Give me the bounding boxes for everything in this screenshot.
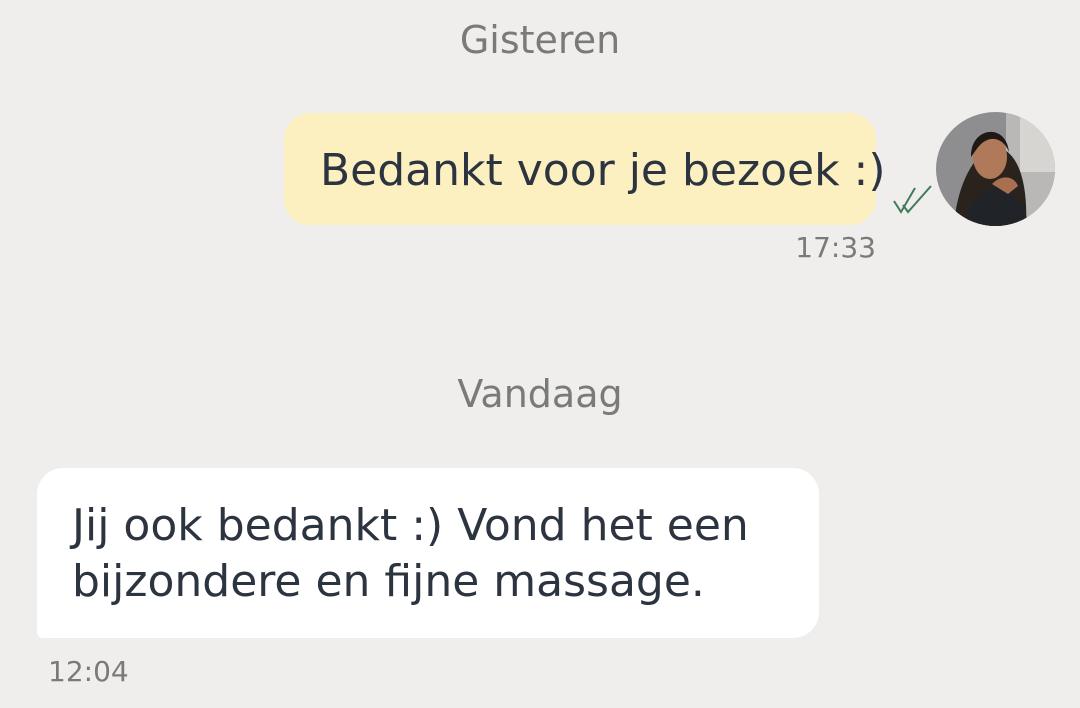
date-separator-today: Vandaag — [457, 372, 623, 416]
message-text-line: Jij ook bedankt :) Vond het een — [72, 500, 749, 551]
avatar[interactable] — [936, 112, 1055, 226]
incoming-message-bubble[interactable]: Jij ook bedankt :) Vond het een bijzonde… — [37, 468, 819, 638]
message-timestamp: 17:33 — [795, 231, 876, 264]
double-check-icon — [893, 185, 932, 214]
contact-avatar-image — [936, 112, 1055, 226]
message-text: Bedankt voor je bezoek :) — [320, 145, 886, 196]
outgoing-message-bubble[interactable]: Bedankt voor je bezoek :) — [284, 113, 886, 225]
message-timestamp: 12:04 — [48, 655, 129, 688]
date-separator-yesterday: Gisteren — [459, 18, 621, 62]
message-text-line: bijzondere en fijne massage. — [72, 556, 705, 607]
